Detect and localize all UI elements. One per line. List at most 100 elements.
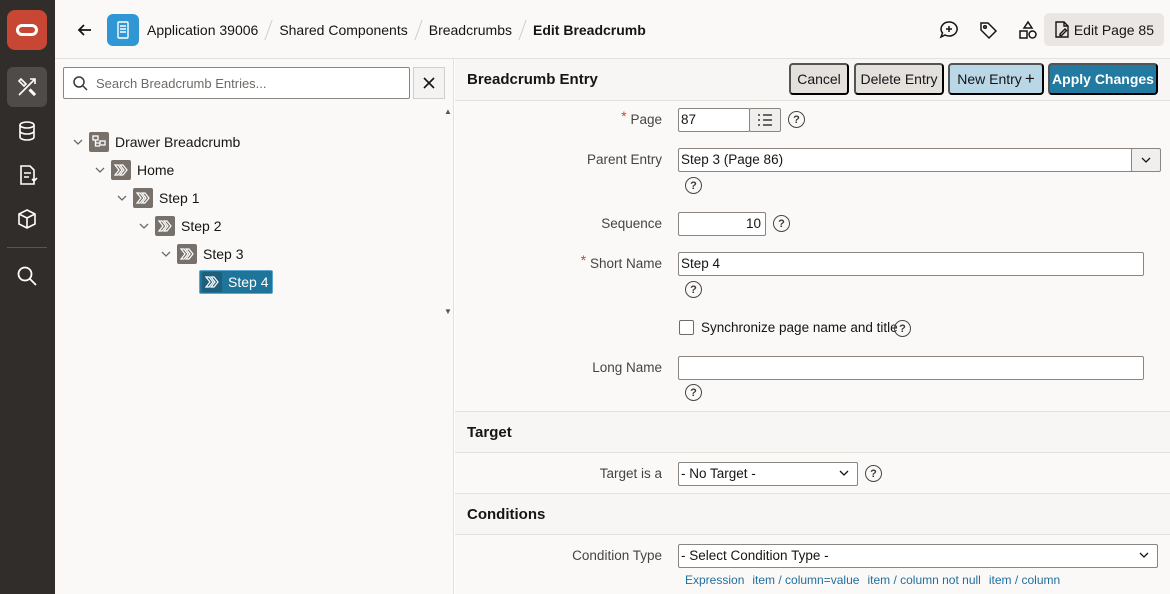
hierarchy-icon (89, 132, 109, 152)
sequence-help-icon[interactable]: ? (773, 215, 790, 232)
gallery-icon[interactable] (7, 199, 47, 239)
clear-search-button[interactable] (413, 67, 445, 99)
tree-node-step2[interactable]: Step 2 (133, 215, 221, 237)
synchronize-help-icon[interactable]: ? (894, 320, 911, 337)
breadcrumb-application[interactable]: Application 39006 (147, 22, 258, 38)
new-entry-button[interactable]: New Entry + (948, 63, 1044, 95)
search-entries-input[interactable]: Search Breadcrumb Entries... (63, 67, 410, 99)
breadcrumb-separator (264, 19, 273, 40)
tree-node-step4-selected[interactable]: Step 4 (199, 270, 274, 294)
target-help-icon[interactable]: ? (865, 465, 882, 482)
edit-page-button[interactable]: Edit Page 85 (1043, 13, 1164, 46)
page-list-button[interactable] (749, 108, 781, 132)
breadcrumb-entry-icon (155, 216, 175, 236)
quick-pick-item-column[interactable]: item / column (989, 573, 1060, 587)
parent-entry-help-icon[interactable]: ? (685, 177, 702, 194)
quick-pick-item-not-null[interactable]: item / column not null (867, 573, 980, 587)
breadcrumb-entry-icon (133, 188, 153, 208)
oracle-logo[interactable] (7, 10, 47, 50)
scroll-up-arrow[interactable]: ▲ (444, 107, 454, 117)
condition-type-value: - Select Condition Type - (681, 548, 829, 563)
apply-changes-button[interactable]: Apply Changes (1048, 63, 1158, 95)
conditions-section-header[interactable]: Conditions (455, 493, 1170, 535)
long-name-help-icon[interactable]: ? (685, 384, 702, 401)
search-icon[interactable] (7, 256, 47, 296)
target-section-header[interactable]: Target (455, 411, 1170, 453)
tree-node-step1[interactable]: Step 1 (111, 187, 199, 209)
target-section-title: Target (467, 424, 512, 441)
short-name-label-text: Short Name (589, 256, 662, 271)
selected-node-highlight[interactable]: Step 4 (199, 270, 274, 294)
close-icon (423, 77, 435, 89)
conditions-section-title: Conditions (467, 506, 546, 523)
chevron-down-icon[interactable] (155, 243, 177, 265)
entry-title: Breadcrumb Entry (467, 71, 598, 88)
required-marker: * (621, 109, 627, 124)
sequence-label: Sequence (601, 216, 662, 231)
sequence-input[interactable]: 10 (678, 212, 766, 236)
team-development-icon[interactable] (7, 155, 47, 195)
short-name-input[interactable]: Step 4 (678, 252, 1144, 276)
new-entry-label: New Entry (957, 71, 1022, 87)
quick-pick-item-equals-value[interactable]: item / column=value (752, 573, 859, 587)
tree-node-label: Drawer Breadcrumb (115, 134, 241, 150)
add-comment-icon[interactable] (937, 18, 961, 42)
plus-icon: + (1024, 69, 1035, 88)
breadcrumb-entry-icon (177, 244, 197, 264)
required-marker: * (580, 253, 586, 268)
breadcrumb-breadcrumbs[interactable]: Breadcrumbs (429, 22, 512, 38)
long-name-input[interactable] (678, 356, 1144, 380)
edit-page-label: Edit Page 85 (1073, 21, 1154, 38)
tree-node-label: Step 4 (228, 274, 269, 290)
tree-node-step3[interactable]: Step 3 (155, 243, 243, 265)
entry-header: Breadcrumb Entry Cancel Delete Entry New… (455, 59, 1170, 101)
tag-icon[interactable] (976, 18, 1000, 42)
scroll-down-arrow[interactable]: ▼ (444, 307, 454, 317)
cancel-button[interactable]: Cancel (789, 63, 849, 95)
search-icon (72, 75, 88, 94)
breadcrumb-current: Edit Breadcrumb (533, 21, 646, 38)
page-help-icon[interactable]: ? (788, 111, 805, 128)
breadcrumb-entry-pane: Breadcrumb Entry Cancel Delete Entry New… (455, 59, 1170, 594)
tree-node-home[interactable]: Home (89, 159, 174, 181)
chevron-down-icon (839, 470, 849, 476)
chevron-down-icon[interactable] (133, 215, 155, 237)
chevron-down-icon[interactable] (89, 159, 111, 181)
chevron-down-icon[interactable] (111, 187, 133, 209)
condition-type-select[interactable]: - Select Condition Type - (678, 544, 1158, 568)
long-name-label: Long Name (592, 360, 662, 375)
breadcrumb: Application 39006 Shared Components Brea… (147, 0, 646, 59)
parent-entry-label: Parent Entry (586, 152, 662, 167)
top-bar: Application 39006 Shared Components Brea… (55, 0, 1170, 59)
sql-workshop-icon[interactable] (7, 111, 47, 151)
breadcrumb-separator (414, 19, 423, 40)
parent-entry-value: Step 3 (Page 86) (681, 152, 784, 167)
target-is-a-label: Target is a (599, 466, 662, 481)
application-icon[interactable] (107, 14, 139, 46)
short-name-label: * Short Name (455, 253, 662, 271)
parent-entry-select[interactable]: Step 3 (Page 86) (678, 148, 1158, 172)
parent-entry-dropdown-button[interactable] (1131, 148, 1161, 172)
rail-divider (7, 247, 47, 248)
edit-page-icon (1055, 20, 1069, 38)
left-rail (0, 0, 55, 594)
target-type-value: - No Target - (681, 466, 756, 481)
tree-node-root[interactable]: Drawer Breadcrumb (67, 131, 240, 153)
page-label: * Page (455, 109, 662, 127)
search-placeholder: Search Breadcrumb Entries... (96, 76, 267, 91)
page-input[interactable]: 87 (678, 108, 750, 132)
breadcrumb-shared-components[interactable]: Shared Components (279, 22, 407, 38)
delete-entry-button[interactable]: Delete Entry (854, 63, 944, 95)
target-type-select[interactable]: - No Target - (678, 462, 858, 486)
quick-pick-expression[interactable]: Expression (685, 573, 744, 587)
breadcrumb-tree-pane: Search Breadcrumb Entries... ▲ ▼ Drawer … (55, 59, 454, 594)
app-builder-icon[interactable] (7, 67, 47, 107)
short-name-help-icon[interactable]: ? (685, 281, 702, 298)
breadcrumb-entry-icon (111, 160, 131, 180)
chevron-down-icon[interactable] (67, 131, 89, 153)
synchronize-label: Synchronize page name and title (701, 320, 898, 335)
chevron-down-icon (1139, 552, 1149, 558)
synchronize-checkbox[interactable] (679, 320, 694, 335)
shared-components-icon[interactable] (1016, 18, 1040, 42)
back-arrow-icon[interactable] (73, 18, 97, 42)
